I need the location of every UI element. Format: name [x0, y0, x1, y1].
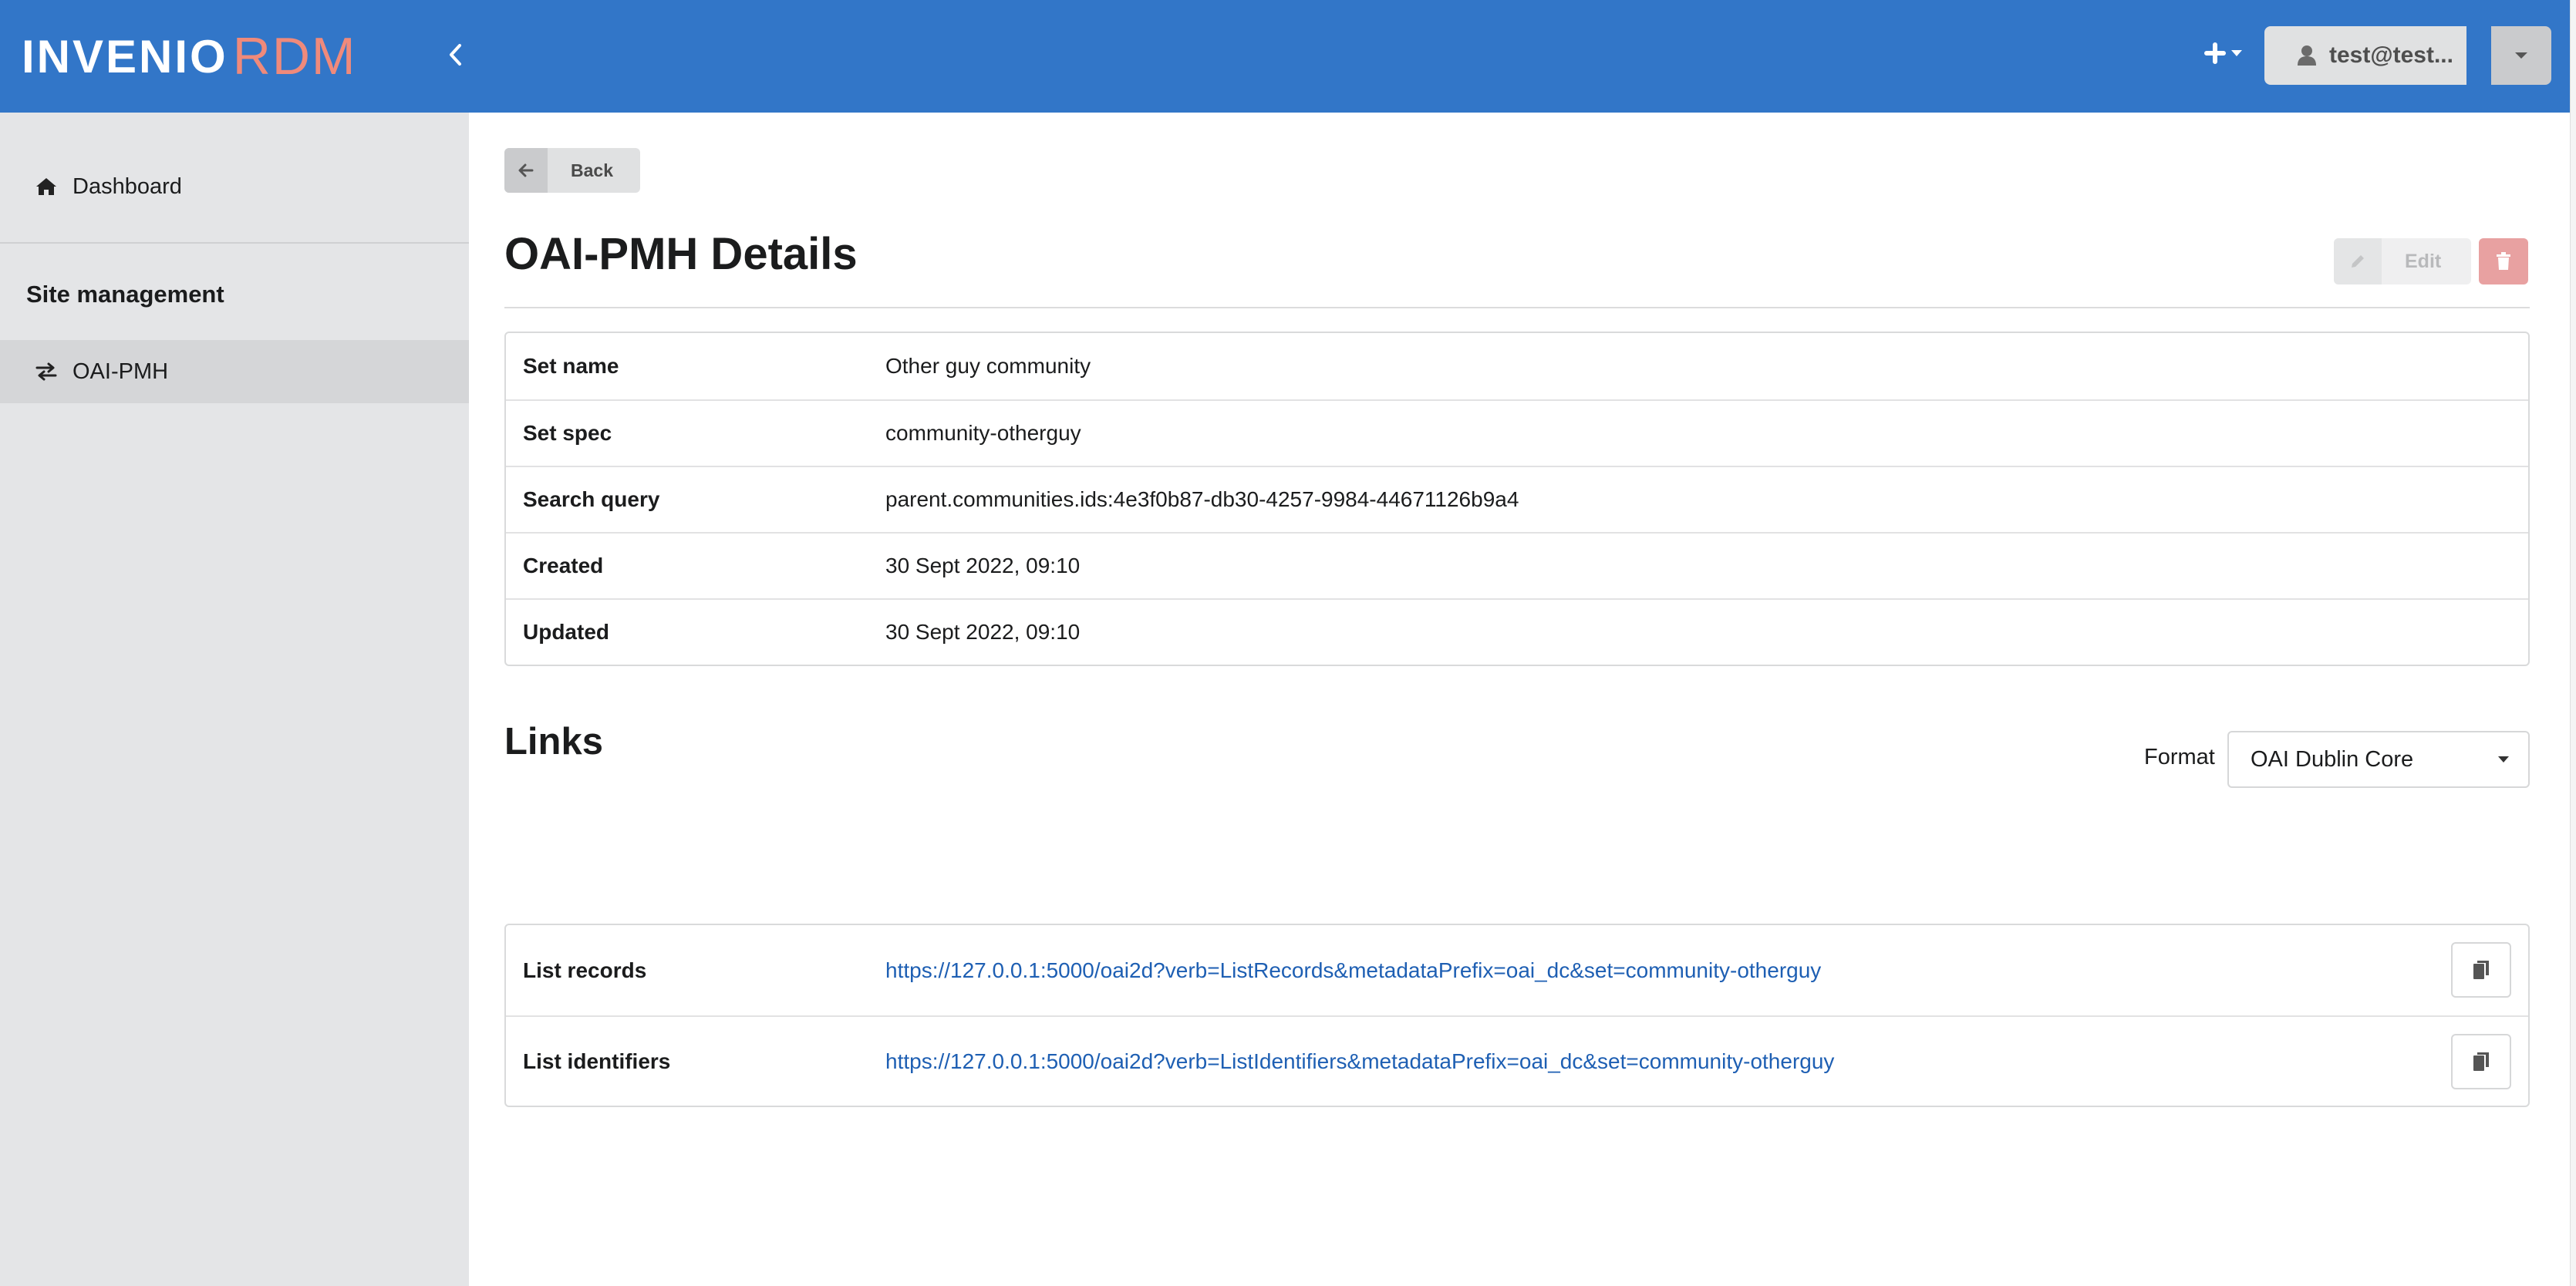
sidebar-divider [0, 242, 469, 244]
collapse-sidebar-button[interactable] [437, 35, 475, 74]
back-button-label: Back [571, 160, 613, 180]
detail-key: Updated [523, 620, 609, 644]
links-table: List records https://127.0.0.1:5000/oai2… [504, 924, 2530, 1107]
detail-value: Other guy community [885, 354, 1091, 378]
top-navbar: INVENIO RDM test@test... [0, 0, 2570, 113]
sidebar-item-label: Dashboard [72, 173, 182, 199]
links-heading: Links [504, 721, 603, 763]
link-key: List records [523, 958, 647, 982]
caret-down-icon [2515, 52, 2527, 59]
table-row: List identifiers https://127.0.0.1:5000/… [506, 1015, 2528, 1106]
window-scrollbar[interactable] [2570, 0, 2576, 1286]
caret-down-icon [2231, 50, 2242, 56]
exchange-icon [35, 362, 59, 381]
detail-key: Set spec [523, 421, 612, 445]
sidebar-item-label: OAI-PMH [72, 359, 169, 384]
user-menu-dropdown-toggle[interactable] [2491, 26, 2551, 85]
table-row: Updated 30 Sept 2022, 09:10 [506, 598, 2528, 665]
table-row: Created 30 Sept 2022, 09:10 [506, 532, 2528, 598]
table-row: Set spec community-otherguy [506, 399, 2528, 466]
back-button[interactable]: Back [504, 148, 640, 193]
chevron-left-icon [450, 44, 461, 66]
detail-key: Search query [523, 487, 660, 511]
detail-value: 30 Sept 2022, 09:10 [885, 620, 1081, 644]
copy-button[interactable] [2451, 942, 2511, 998]
sidebar-item-dashboard[interactable]: Dashboard [0, 159, 469, 214]
plus-icon [2204, 42, 2226, 64]
detail-value: community-otherguy [885, 421, 1081, 445]
details-table: Set name Other guy community Set spec co… [504, 332, 2530, 666]
detail-value: 30 Sept 2022, 09:10 [885, 554, 1081, 577]
format-dropdown[interactable]: OAI Dublin Core [2227, 731, 2530, 788]
edit-button-label: Edit [2405, 250, 2442, 272]
home-icon [35, 177, 59, 197]
title-divider [504, 307, 2530, 308]
user-icon [2297, 45, 2317, 66]
page-title: OAI-PMH Details [504, 229, 858, 279]
detail-key: Set name [523, 354, 619, 378]
copy-icon [2473, 1052, 2489, 1071]
user-menu-button[interactable]: test@test... [2264, 26, 2466, 85]
sidebar-section-heading: Site management [26, 281, 224, 308]
user-email-label: test@test... [2329, 42, 2453, 68]
copy-icon [2473, 961, 2489, 979]
main-content: Back OAI-PMH Details Edit Set name Other… [469, 113, 2570, 1286]
logo-primary-text: INVENIO [22, 30, 228, 82]
trash-icon [2497, 252, 2510, 270]
caret-down-icon [2497, 756, 2510, 763]
format-selected-value: OAI Dublin Core [2251, 746, 2414, 772]
pencil-icon [2334, 238, 2382, 284]
invenio-rdm-logo[interactable]: INVENIO RDM [22, 22, 357, 91]
list-identifiers-link[interactable]: https://127.0.0.1:5000/oai2d?verb=ListId… [885, 1049, 1834, 1074]
table-row: Set name Other guy community [506, 333, 2528, 399]
new-item-dropdown-button[interactable] [2200, 34, 2247, 72]
table-row: Search query parent.communities.ids:4e3f… [506, 466, 2528, 532]
list-records-link[interactable]: https://127.0.0.1:5000/oai2d?verb=ListRe… [885, 958, 1821, 983]
link-key: List identifiers [523, 1049, 671, 1073]
detail-value: parent.communities.ids:4e3f0b87-db30-425… [885, 487, 1519, 511]
arrow-left-icon [504, 148, 548, 193]
admin-sidebar: Dashboard Site management OAI-PMH [0, 113, 469, 1286]
logo-accent-text: RDM [232, 27, 357, 86]
delete-button[interactable] [2479, 238, 2528, 284]
edit-button[interactable]: Edit [2334, 238, 2471, 284]
detail-key: Created [523, 554, 604, 577]
format-label: Format [2144, 745, 2215, 769]
table-row: List records https://127.0.0.1:5000/oai2… [506, 925, 2528, 1015]
sidebar-item-oai-pmh[interactable]: OAI-PMH [0, 340, 469, 403]
copy-button[interactable] [2451, 1034, 2511, 1089]
